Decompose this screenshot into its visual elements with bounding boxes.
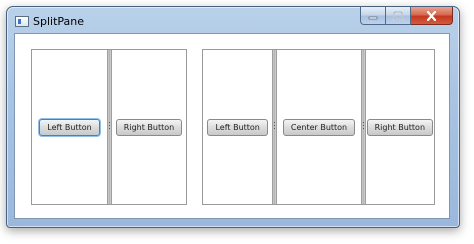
- left-button[interactable]: Left Button: [39, 118, 100, 136]
- title-bar[interactable]: SplitPane: [7, 7, 459, 33]
- divider-grip-icon: [109, 122, 110, 131]
- split-pane-horizontal-2: Left Button Center Button Right Button: [202, 49, 435, 205]
- client-area: Left Button Right Button Left Button Cen…: [14, 33, 450, 219]
- split-pane-1-right: Right Button: [112, 50, 186, 204]
- minimize-button[interactable]: [360, 7, 386, 25]
- window-controls: [360, 7, 453, 25]
- divider-grip-icon: [362, 122, 364, 131]
- app-window: SplitPane Left Button Right Button Left …: [6, 6, 460, 228]
- minimize-icon: [368, 16, 378, 19]
- split-pane-horizontal-1: Left Button Right Button: [31, 49, 187, 205]
- close-button[interactable]: [411, 7, 453, 25]
- divider-grip-icon: [274, 122, 276, 131]
- split-pane-1-left: Left Button: [32, 50, 107, 204]
- left-button[interactable]: Left Button: [207, 118, 268, 136]
- window-title: SplitPane: [33, 15, 85, 28]
- right-button[interactable]: Right Button: [366, 118, 434, 136]
- split-pane-2-left: Left Button: [203, 50, 272, 204]
- split-pane-2-center: Center Button: [277, 50, 360, 204]
- close-icon: [426, 10, 437, 21]
- maximize-button[interactable]: [386, 7, 411, 25]
- center-button[interactable]: Center Button: [282, 118, 356, 136]
- right-button[interactable]: Right Button: [115, 118, 183, 136]
- app-icon: [15, 16, 29, 27]
- split-pane-2-right: Right Button: [366, 50, 434, 204]
- maximize-icon: [393, 11, 403, 20]
